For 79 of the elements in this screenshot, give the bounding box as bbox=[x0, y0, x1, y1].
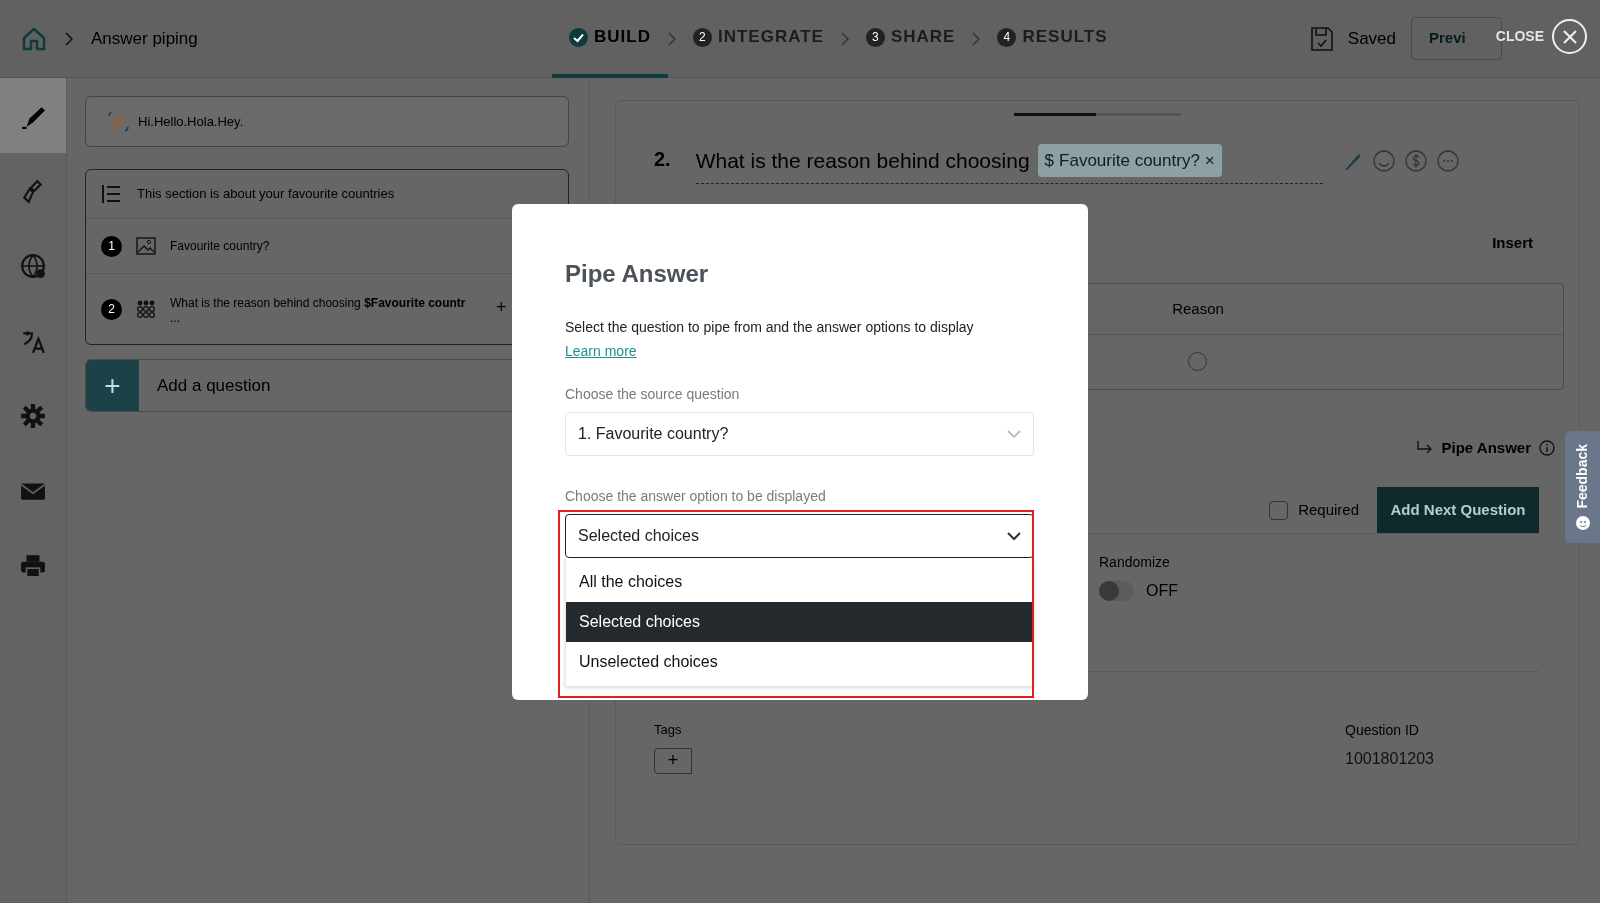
question-id-label: Question ID bbox=[1345, 721, 1420, 740]
question-title: What is the reason behind choosing bbox=[695, 147, 1030, 174]
piped-answer-chip[interactable]: $ Favourite country? × bbox=[1037, 144, 1222, 177]
printer-icon bbox=[20, 552, 46, 579]
dollar-sign: $ bbox=[1044, 149, 1055, 172]
question-number: 1 bbox=[101, 235, 122, 257]
column-header: Reason bbox=[1171, 298, 1225, 319]
return-arrow-icon bbox=[1415, 439, 1434, 456]
pipe-answer-link[interactable]: Pipe Answer bbox=[1415, 436, 1555, 459]
smiley-icon[interactable] bbox=[1372, 150, 1395, 172]
chevron-icon bbox=[972, 32, 981, 46]
step-label: INTEGRATE bbox=[717, 26, 824, 49]
sidebar-tab[interactable] bbox=[0, 78, 66, 153]
chevron-down-icon bbox=[1007, 429, 1021, 439]
step-tab[interactable]: 4 RESULTS bbox=[980, 0, 1125, 78]
waving-hand-icon bbox=[106, 108, 132, 135]
chip-label: Favourite country? bbox=[1059, 149, 1200, 172]
chevron-icon bbox=[64, 31, 74, 46]
question-text: What is the reason behind choosing $Favourite countr bbox=[170, 295, 466, 312]
chevron-icon bbox=[840, 32, 849, 46]
step-number: 3 bbox=[865, 27, 885, 47]
required-label: Required bbox=[1298, 499, 1359, 520]
learn-more-link[interactable]: Learn more bbox=[565, 341, 637, 362]
add-tag-button[interactable]: + bbox=[654, 747, 692, 774]
dialog-description: Select the question to pipe from and the answer options to display bbox=[565, 318, 975, 337]
pipe-answer-label: Pipe Answer bbox=[1441, 437, 1531, 458]
list-icon bbox=[101, 184, 121, 204]
question-text: Favourite country? bbox=[170, 238, 270, 255]
settings-icon bbox=[20, 402, 46, 429]
add-next-question-button[interactable]: Add Next Question bbox=[1377, 487, 1539, 533]
tags-label: Tags bbox=[654, 721, 683, 739]
step-tab[interactable]: BUILD bbox=[552, 0, 668, 78]
step-number: 2 bbox=[692, 27, 712, 47]
required-checkbox[interactable] bbox=[1269, 500, 1289, 520]
remove-icon[interactable]: × bbox=[1204, 147, 1215, 174]
grid-icon bbox=[136, 299, 156, 319]
close-button[interactable] bbox=[1552, 19, 1587, 54]
field-label: Choose the answer option to be displayed bbox=[565, 487, 827, 506]
step-label: RESULTS bbox=[1022, 26, 1108, 49]
step-label: SHARE bbox=[890, 26, 956, 49]
add-icon[interactable]: + bbox=[496, 294, 507, 321]
currency-icon[interactable] bbox=[1404, 150, 1427, 172]
question-title-field[interactable]: What is the reason behind choosing $ Favourite country? × bbox=[695, 142, 1323, 184]
section-title: This section is about your favourite countries bbox=[137, 185, 395, 204]
source-question-select[interactable]: 1. Favourite country? bbox=[565, 412, 1034, 456]
ellipsis-text: ... bbox=[170, 312, 181, 324]
chevron-down-icon bbox=[1007, 531, 1021, 541]
step-tab[interactable]: 2 INTEGRATE bbox=[675, 0, 841, 78]
breadcrumb-title[interactable]: Answer piping bbox=[91, 25, 198, 52]
smiley-icon bbox=[1575, 516, 1590, 531]
add-question-label: Add a question bbox=[156, 374, 271, 397]
toggle-state: OFF bbox=[1146, 581, 1178, 601]
save-icon bbox=[1309, 25, 1334, 52]
step-tab[interactable]: 3 SHARE bbox=[848, 0, 973, 78]
saved-status: Saved bbox=[1347, 27, 1396, 50]
welcome-card[interactable]: Hi.Hello.Hola.Hey. bbox=[85, 96, 569, 147]
feedback-label: Feedback bbox=[1573, 443, 1591, 509]
info-icon bbox=[1539, 439, 1555, 456]
randomize-toggle[interactable] bbox=[1099, 581, 1134, 601]
welcome-text: Hi.Hello.Hola.Hey. bbox=[138, 112, 244, 131]
close-icon bbox=[1562, 29, 1577, 44]
randomize-label: Randomize bbox=[1099, 553, 1171, 572]
step-number: 4 bbox=[997, 27, 1017, 47]
question-number: 2 bbox=[101, 298, 122, 320]
feedback-tab[interactable]: Feedback bbox=[1565, 431, 1600, 543]
question-id-value: 1001801203 bbox=[1345, 749, 1434, 769]
image-icon bbox=[136, 236, 156, 256]
dialog-title: Pipe Answer bbox=[565, 259, 710, 289]
question-number: 2. bbox=[654, 147, 671, 172]
menu-option[interactable]: Selected choices bbox=[566, 602, 1033, 642]
select-value: 1. Favourite country? bbox=[578, 424, 729, 444]
select-value: Selected choices bbox=[578, 526, 699, 546]
insert-label[interactable]: Insert bbox=[1492, 232, 1533, 255]
step-label: BUILD bbox=[594, 26, 651, 49]
home-icon[interactable] bbox=[21, 25, 47, 52]
plus-icon: + bbox=[86, 360, 139, 411]
chevron-icon bbox=[667, 32, 676, 46]
globe-icon bbox=[20, 252, 46, 279]
more-icon[interactable] bbox=[1436, 150, 1459, 172]
